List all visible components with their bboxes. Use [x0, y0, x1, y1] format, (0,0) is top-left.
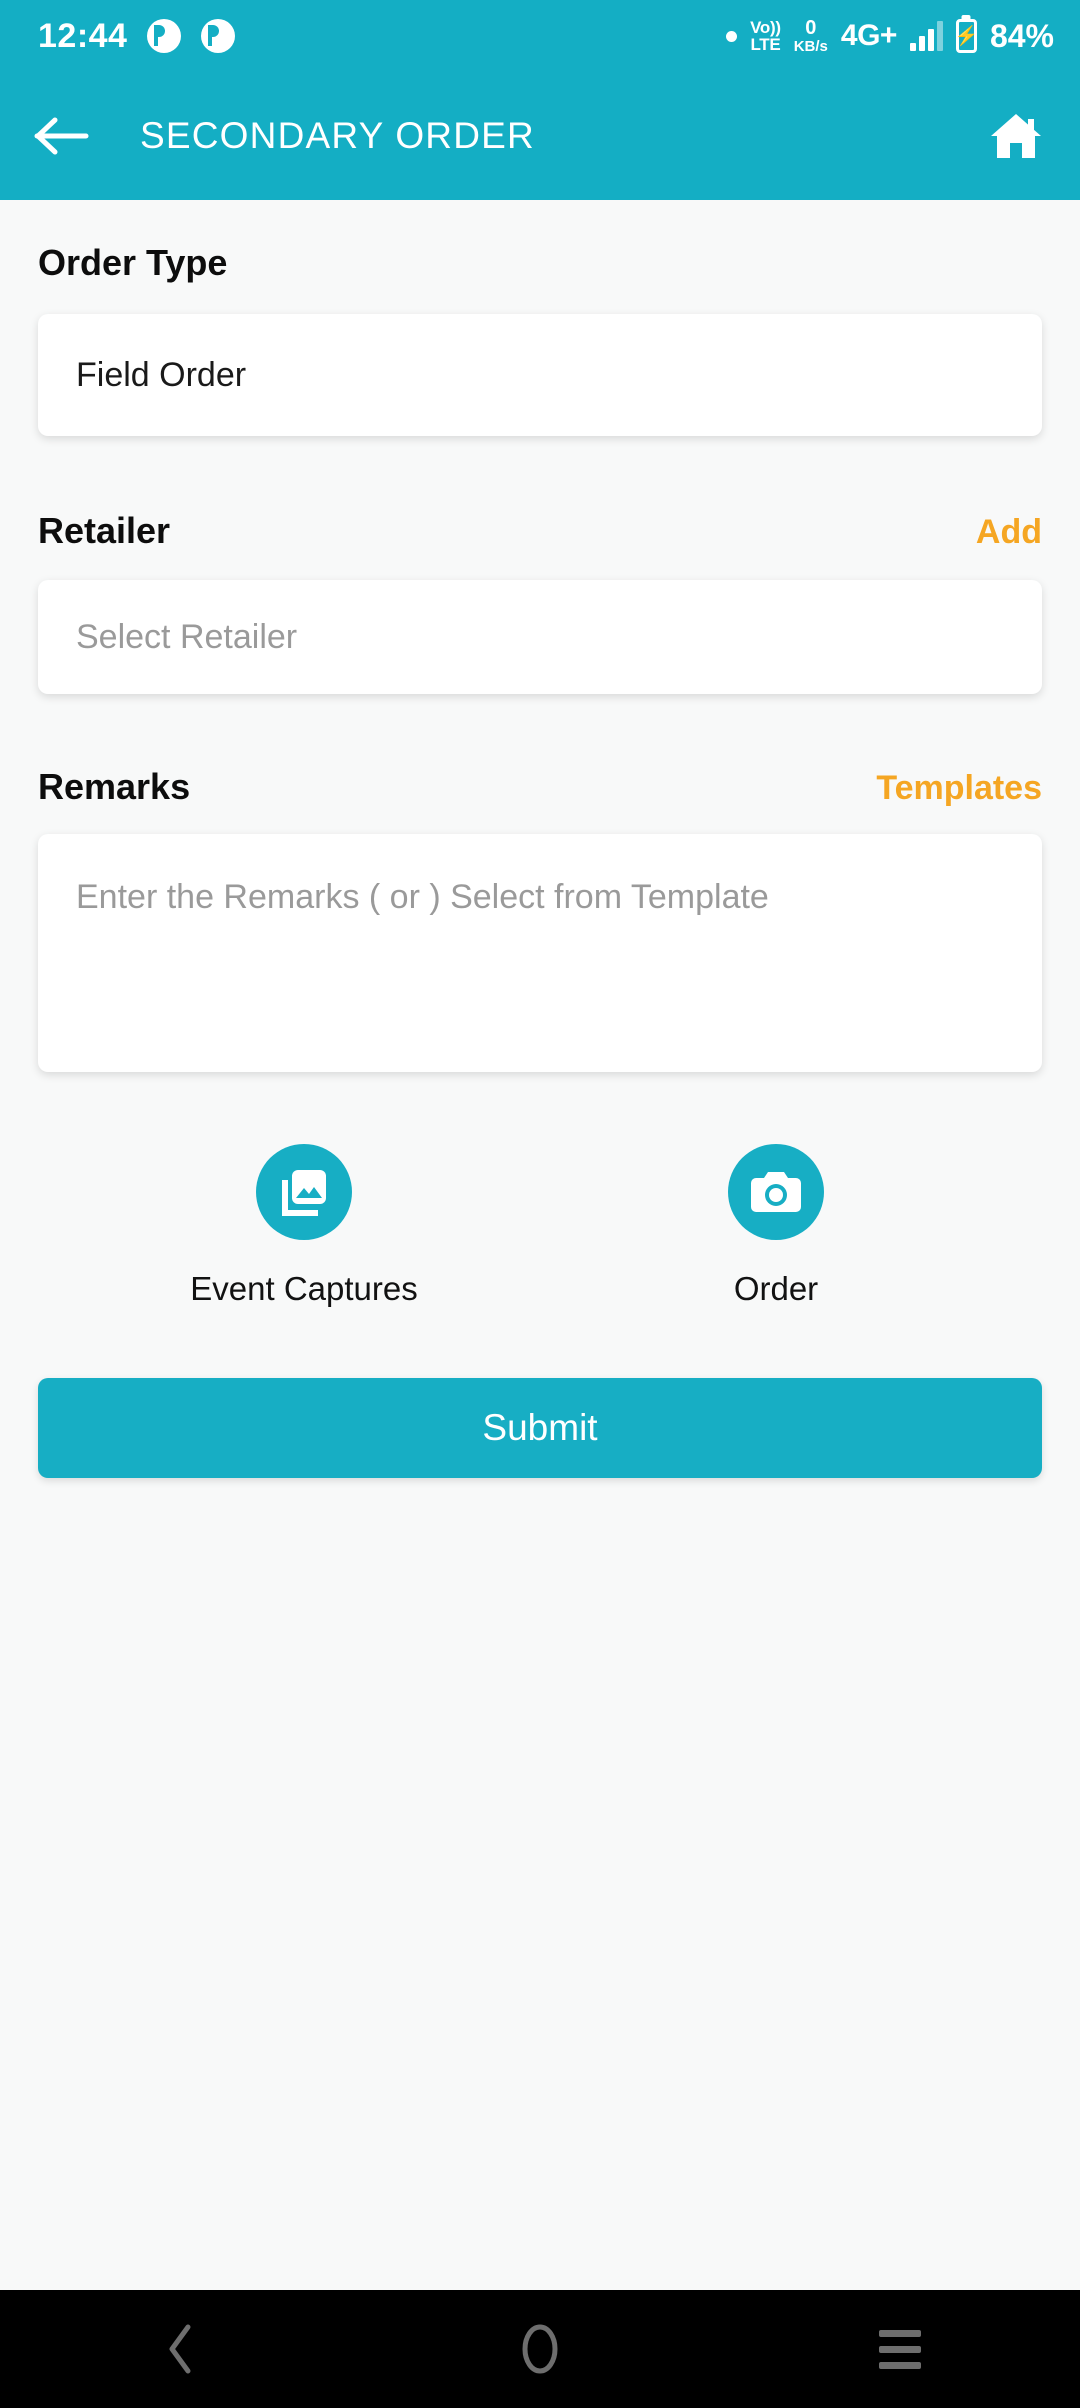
retailer-header: Retailer Add: [38, 510, 1042, 552]
arrow-left-icon[interactable]: [30, 104, 94, 168]
status-time: 12:44: [38, 16, 128, 55]
order-type-value: Field Order: [76, 355, 247, 394]
signal-bars-icon: [909, 21, 943, 51]
notification-circle-icon: [147, 19, 182, 53]
nav-home-button[interactable]: [465, 2290, 615, 2408]
phone-screen: 12:44 Vo)) LTE 0 KB/s 4G+ ⚡ 84% SECONDAR…: [0, 0, 1080, 2408]
event-captures-action[interactable]: Event Captures: [68, 1144, 540, 1308]
hamburger-recents-icon: [879, 2329, 921, 2369]
retailer-select[interactable]: Select Retailer: [38, 580, 1042, 694]
volte-bottom-label: LTE: [750, 35, 781, 54]
order-label: Order: [733, 1270, 819, 1307]
notification-circle-icon: [201, 19, 236, 53]
retailer-placeholder: Select Retailer: [76, 617, 298, 656]
form-content: Order Type Field Order Retailer Add Sele…: [0, 200, 1080, 2290]
status-bar: 12:44 Vo)) LTE 0 KB/s 4G+ ⚡ 84%: [0, 0, 1080, 72]
submit-button-label: Submit: [482, 1407, 598, 1448]
data-rate-unit: KB/s: [793, 37, 828, 55]
submit-button[interactable]: Submit: [38, 1378, 1042, 1478]
status-bar-left: 12:44: [38, 16, 236, 56]
page-title: SECONDARY ORDER: [140, 115, 535, 156]
order-camera-circle: [728, 1144, 824, 1240]
remarks-placeholder: Enter the Remarks ( or ) Select from Tem…: [76, 878, 769, 916]
templates-button[interactable]: Templates: [876, 769, 1042, 808]
nav-recents-button[interactable]: [825, 2290, 975, 2408]
photo-library-icon: [282, 1170, 326, 1216]
volte-top-label: Vo)): [750, 18, 781, 37]
order-type-label: Order Type: [38, 242, 228, 283]
battery-charging-icon: ⚡: [955, 19, 978, 53]
event-captures-label: Event Captures: [190, 1270, 418, 1307]
status-dot-icon: [726, 30, 738, 42]
camera-icon: [751, 1172, 801, 1212]
home-icon[interactable]: [986, 106, 1046, 166]
status-bar-right: Vo)) LTE 0 KB/s 4G+ ⚡ 84%: [726, 16, 1054, 55]
attachment-actions: Event Captures Order: [38, 1144, 1042, 1308]
add-retailer-button[interactable]: Add: [976, 513, 1042, 552]
data-rate-value: 0: [805, 16, 817, 39]
order-type-header: Order Type: [38, 242, 1042, 284]
volte-icon: Vo)) LTE: [750, 19, 781, 53]
event-captures-circle: [256, 1144, 352, 1240]
system-navigation-bar: [0, 2290, 1080, 2408]
data-rate-indicator: 0 KB/s: [793, 16, 828, 55]
retailer-label: Retailer: [38, 510, 171, 551]
network-type-label: 4G+: [840, 19, 898, 52]
remarks-header: Remarks Templates: [38, 766, 1042, 808]
app-bar: SECONDARY ORDER: [0, 72, 1080, 200]
order-camera-action[interactable]: Order: [540, 1144, 1012, 1308]
remarks-input[interactable]: Enter the Remarks ( or ) Select from Tem…: [38, 834, 1042, 1072]
battery-percent-label: 84%: [989, 17, 1054, 54]
circle-home-icon: [522, 2324, 558, 2374]
nav-back-button[interactable]: [105, 2290, 255, 2408]
order-type-select[interactable]: Field Order: [38, 314, 1042, 436]
chevron-left-icon: [169, 2324, 191, 2374]
remarks-label: Remarks: [38, 766, 191, 807]
